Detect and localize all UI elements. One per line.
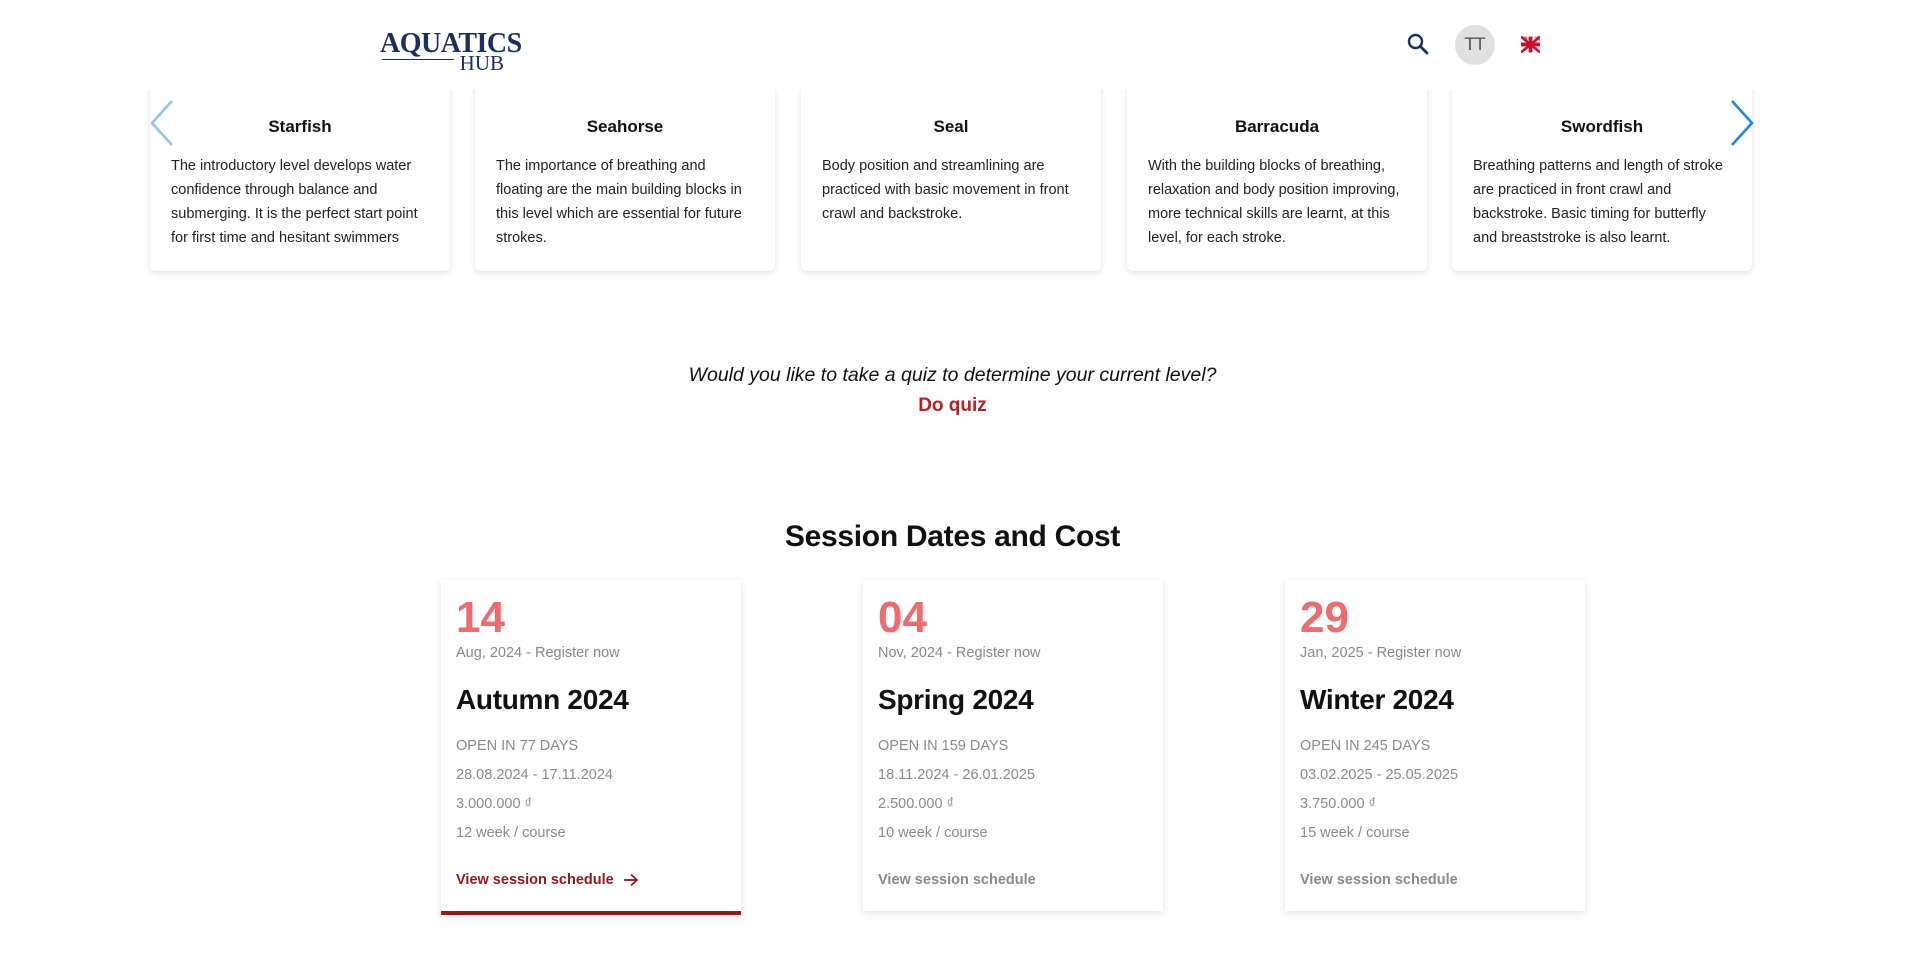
level-description: Breathing patterns and length of stroke … <box>1473 158 1723 246</box>
view-session-schedule-link[interactable]: View session schedule <box>1300 872 1458 888</box>
quiz-question: Would you like to take a quiz to determi… <box>688 364 1217 386</box>
session-name: Spring 2024 <box>878 684 1034 715</box>
user-avatar[interactable]: TT <box>1455 25 1495 65</box>
session-month: Nov, 2024 - Register now <box>878 645 1041 661</box>
carousel-next-arrow-icon[interactable] <box>1728 98 1756 148</box>
session-card-spring-2024[interactable]: 04 Nov, 2024 - Register now Spring 2024 … <box>863 580 1163 911</box>
session-duration: 15 week / course <box>1300 825 1410 841</box>
session-dates: 28.08.2024 - 17.11.2024 <box>456 767 613 783</box>
level-title: Barracuda <box>1234 117 1320 136</box>
level-card-barracuda[interactable]: Barracuda With the building blocks of br… <box>1127 70 1427 271</box>
session-card-winter-2024[interactable]: 29 Jan, 2025 - Register now Winter 2024 … <box>1285 580 1585 911</box>
session-duration: 10 week / course <box>878 825 988 841</box>
view-session-schedule-link[interactable]: View session schedule <box>878 872 1036 888</box>
session-day: 04 <box>878 593 927 642</box>
session-day: 14 <box>456 593 505 642</box>
level-description: The introductory level develops water co… <box>171 158 418 246</box>
view-session-schedule-label: View session schedule <box>1300 872 1458 888</box>
session-card-autumn-2024[interactable]: 14 Aug, 2024 - Register now Autumn 2024 … <box>441 580 741 915</box>
session-open-in: OPEN IN 245 DAYS <box>1300 738 1431 754</box>
search-icon[interactable] <box>1406 32 1430 56</box>
aquatics-hub-logo[interactable]: AQUATICS HUB <box>380 26 522 75</box>
uk-flag-icon[interactable] <box>1520 35 1541 54</box>
levels-carousel: Starfish The introductory level develops… <box>150 70 1754 271</box>
view-session-schedule-label: View session schedule <box>456 872 614 888</box>
logo-underline <box>382 59 454 60</box>
level-title: Seal <box>933 117 969 136</box>
carousel-prev-arrow-icon[interactable] <box>148 98 176 148</box>
session-dates: 18.11.2024 - 26.01.2025 <box>878 767 1035 783</box>
session-price: 2.500.000 ₫ <box>878 796 954 812</box>
session-open-in: OPEN IN 159 DAYS <box>878 738 1009 754</box>
logo-sub-text: HUB <box>459 51 504 75</box>
session-price: 3.000.000 ₫ <box>456 796 532 812</box>
session-dates: 03.02.2025 - 25.05.2025 <box>1300 767 1459 783</box>
session-name: Winter 2024 <box>1300 684 1454 715</box>
level-card-starfish[interactable]: Starfish The introductory level develops… <box>150 70 450 271</box>
level-description: The importance of breathing and floating… <box>496 158 742 246</box>
level-title: Swordfish <box>1560 117 1644 136</box>
session-month: Jan, 2025 - Register now <box>1300 645 1462 661</box>
session-month: Aug, 2024 - Register now <box>456 645 620 661</box>
view-session-schedule-link[interactable]: View session schedule <box>456 872 639 888</box>
sessions-title: Session Dates and Cost <box>784 520 1121 553</box>
level-title: Starfish <box>268 117 332 136</box>
level-card-seal[interactable]: Seal Body position and streamlining are … <box>801 70 1101 271</box>
view-session-schedule-label: View session schedule <box>878 872 1036 888</box>
level-title: Seahorse <box>586 117 664 136</box>
level-card-swordfish[interactable]: Swordfish Breathing patterns and length … <box>1452 70 1752 271</box>
arrow-right-icon <box>623 873 639 887</box>
session-duration: 12 week / course <box>456 825 566 841</box>
level-card-seahorse[interactable]: Seahorse The importance of breathing and… <box>475 70 775 271</box>
session-day: 29 <box>1300 593 1349 642</box>
session-price: 3.750.000 ₫ <box>1300 796 1376 812</box>
site-header: AQUATICS HUB TT <box>0 0 1905 90</box>
level-description: With the building blocks of breathing, r… <box>1148 158 1400 246</box>
session-open-in: OPEN IN 77 DAYS <box>456 738 579 754</box>
session-name: Autumn 2024 <box>456 684 629 715</box>
do-quiz-link[interactable]: Do quiz <box>900 395 1005 417</box>
level-description: Body position and streamlining are pract… <box>822 158 1069 222</box>
